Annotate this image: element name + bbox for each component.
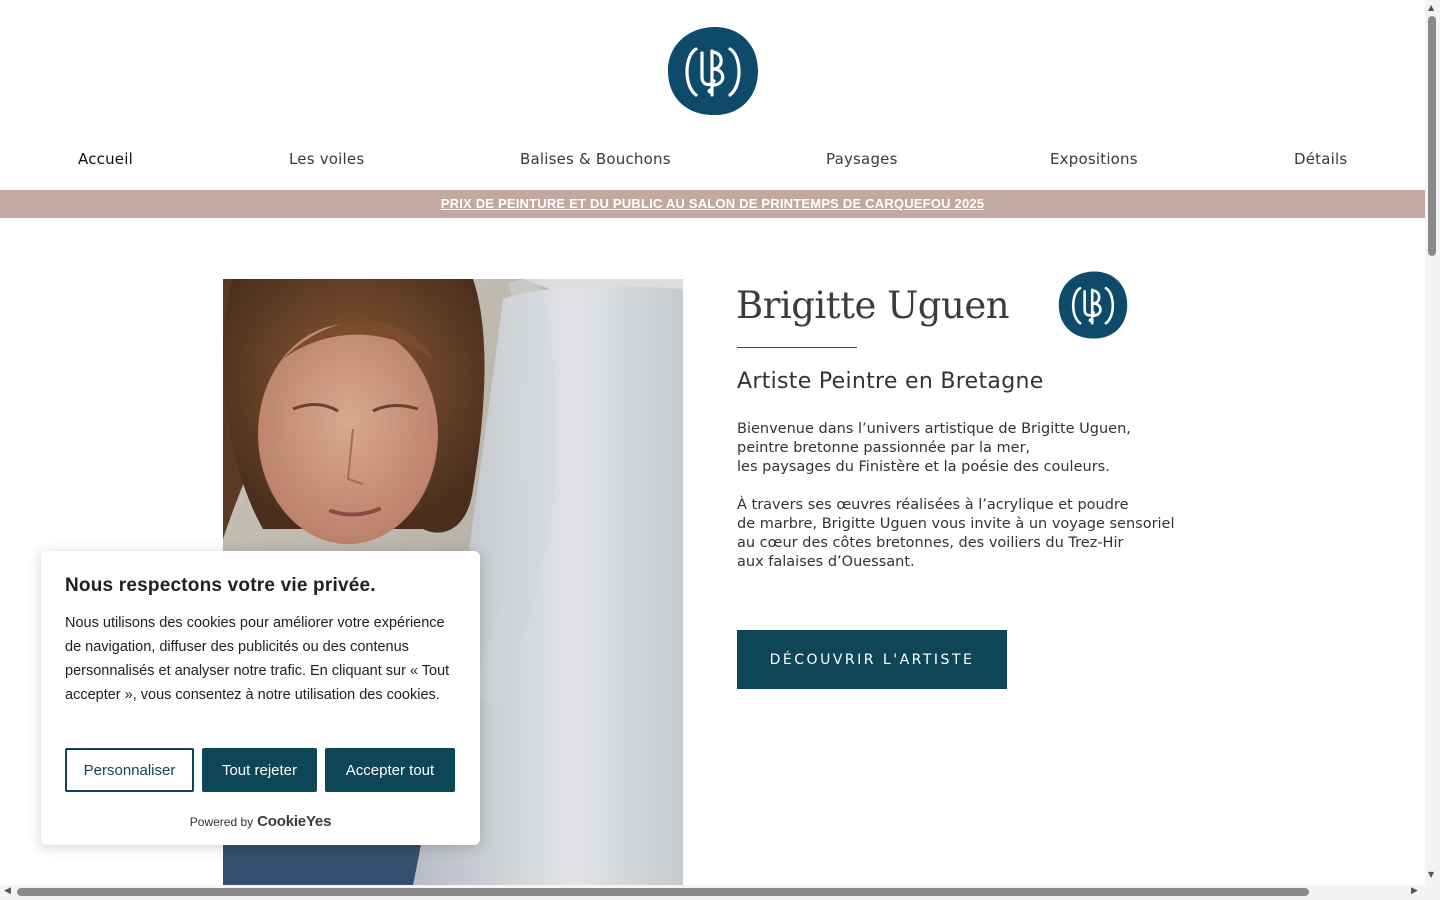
main-navigation: Accueil Les voiles Balises & Bouchons Pa… [0,146,1425,174]
hero-title: Brigitte Uguen [736,284,1010,327]
powered-by: Powered by CookieYes [41,813,480,830]
accept-all-button[interactable]: Accepter tout [325,748,455,792]
nav-item-paysages[interactable]: Paysages [826,150,898,168]
scroll-left-icon[interactable]: ◀ [4,886,11,896]
hero-description: Bienvenue dans l’univers artistique de B… [737,420,1217,591]
customize-cookies-button[interactable]: Personnaliser [65,748,194,792]
reject-all-button[interactable]: Tout rejeter [202,748,317,792]
cookieyes-logo[interactable]: CookieYes [257,813,331,830]
nav-item-les-voiles[interactable]: Les voiles [289,150,364,168]
intro-paragraph: Bienvenue dans l’univers artistique de B… [737,421,1131,475]
scroll-right-icon[interactable]: ▶ [1411,886,1418,896]
cookie-description: Nous utilisons des cookies pour améliore… [65,615,450,703]
announcement-bar: PRIX DE PEINTURE ET DU PUBLIC AU SALON D… [0,190,1425,218]
nav-item-details[interactable]: Détails [1294,150,1347,168]
nav-item-expositions[interactable]: Expositions [1050,150,1138,168]
nav-item-accueil[interactable]: Accueil [78,150,133,168]
hero-subtitle: Artiste Peintre en Bretagne [737,369,1044,394]
ub-logo-icon [1058,271,1128,339]
horizontal-scrollbar[interactable]: ◀ ▶ [0,885,1425,900]
announcement-link[interactable]: PRIX DE PEINTURE ET DU PUBLIC AU SALON D… [441,196,985,211]
horizontal-scroll-thumb[interactable] [17,888,1309,896]
ub-logo-icon[interactable] [666,25,760,117]
vertical-scroll-thumb[interactable] [1428,16,1436,256]
scroll-up-icon[interactable]: ▲ [1428,3,1434,12]
cookie-title: Nous respectons votre vie privée. [65,575,376,596]
discover-artist-button[interactable]: DÉCOUVRIR L'ARTISTE [737,630,1007,689]
nav-item-balises-bouchons[interactable]: Balises & Bouchons [520,150,671,168]
technique-paragraph: À travers ses œuvres réalisées à l’acryl… [737,497,1175,570]
vertical-scrollbar[interactable]: ▲ ▼ [1425,0,1440,885]
title-divider [737,347,857,348]
powered-by-label: Powered by [189,815,254,829]
cookie-consent-banner: Nous respectons votre vie privée. Nous u… [41,551,480,845]
scroll-down-icon[interactable]: ▼ [1428,870,1434,879]
scrollbar-corner [1425,885,1440,900]
page: Accueil Les voiles Balises & Bouchons Pa… [0,0,1425,885]
